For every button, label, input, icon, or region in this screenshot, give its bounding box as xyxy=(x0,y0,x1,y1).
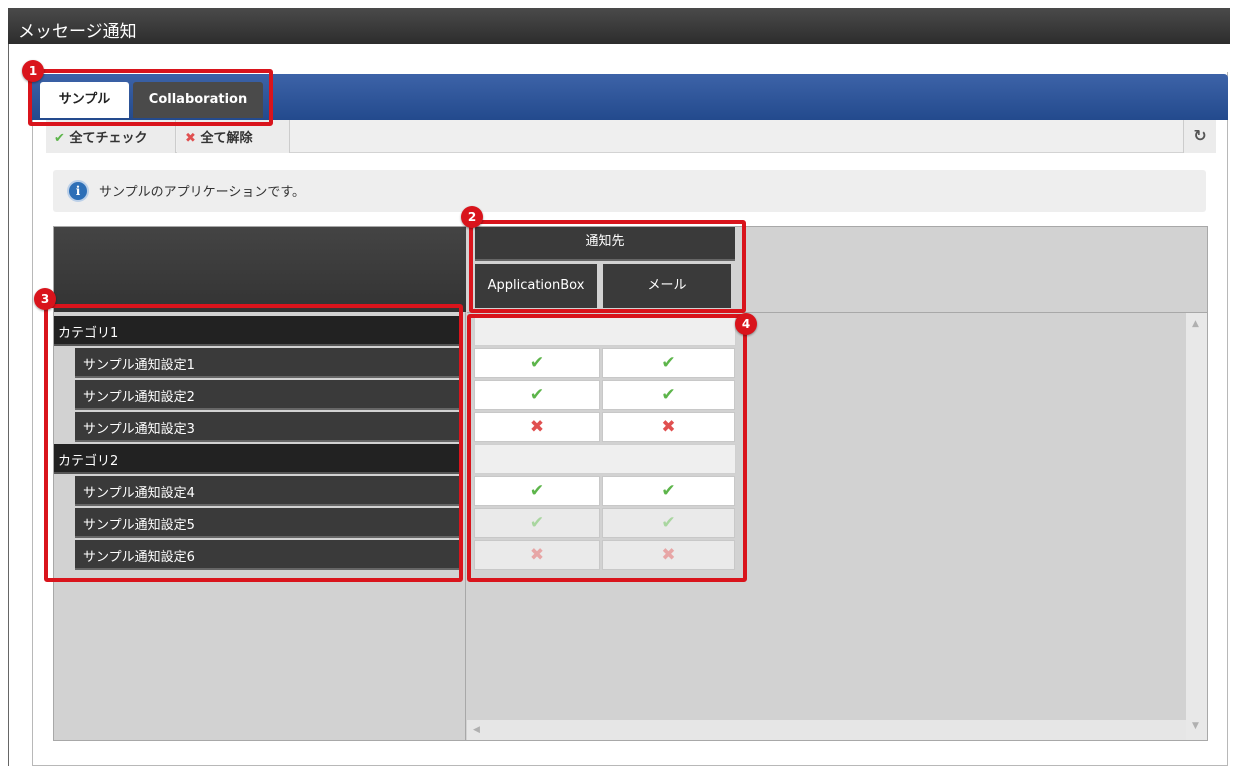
callout-box-4 xyxy=(467,314,747,582)
callout-box-2 xyxy=(469,220,746,313)
info-message: サンプルのアプリケーションです。 xyxy=(53,170,1206,212)
refresh-button[interactable]: ↻ xyxy=(1183,120,1216,153)
row-header-top xyxy=(54,227,466,312)
callout-badge-3: 3 xyxy=(34,288,56,310)
callout-box-3 xyxy=(44,304,463,582)
callout-badge-2: 2 xyxy=(461,206,483,228)
window-title: メッセージ通知 xyxy=(8,8,1230,44)
callout-badge-1: 1 xyxy=(22,60,44,82)
callout-box-1 xyxy=(28,69,273,126)
scroll-left-icon[interactable]: ◀ xyxy=(473,725,480,735)
scroll-down-icon[interactable]: ▼ xyxy=(1192,721,1199,731)
scroll-up-icon[interactable]: ▲ xyxy=(1192,319,1199,329)
vertical-scrollbar[interactable]: ▲ ▼ xyxy=(1186,313,1207,740)
left-edge xyxy=(8,44,9,766)
check-all-label: 全てチェック xyxy=(69,131,148,146)
horizontal-scrollbar[interactable]: ◀ xyxy=(467,720,1186,740)
check-icon: ✔ xyxy=(54,131,65,146)
uncheck-all-label: 全て解除 xyxy=(200,131,253,146)
cross-icon: ✖ xyxy=(185,131,196,146)
refresh-icon: ↻ xyxy=(1193,126,1207,145)
info-icon: i xyxy=(67,180,89,202)
callout-badge-4: 4 xyxy=(735,313,757,335)
